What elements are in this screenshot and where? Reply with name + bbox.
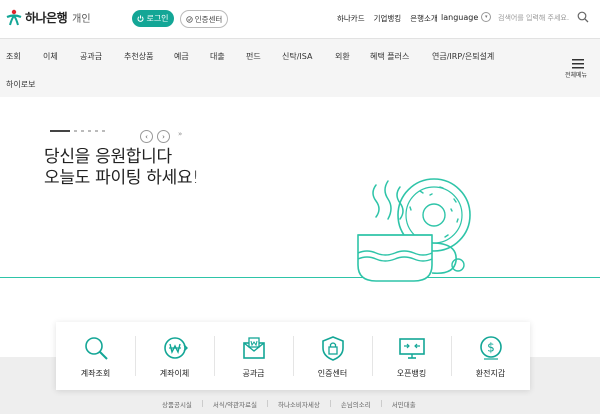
language-label: language [441,12,479,22]
next-slide-button[interactable]: › [157,130,170,143]
chevron-down-icon: ▾ [481,12,492,22]
hero-line-2: 오늘도 파이팅 하세요! [44,168,199,188]
bill-envelope-icon [242,337,265,359]
pager-active[interactable] [50,130,70,132]
hero-horizon-line [0,277,600,278]
power-icon [137,15,144,22]
hero-headline: 당신을 응원합니다 오늘도 파이팅 하세요! [44,147,199,189]
login-button[interactable]: 로그인 [132,10,174,27]
footer-links: 상품공시실 서식/약관자료실 하나소비자세상 손님의소리 서민대출 [162,399,416,409]
quick-open-banking[interactable]: 오픈뱅킹 [372,322,451,390]
nav-item-transfer[interactable]: 이체 [43,51,58,62]
quick-cert-center[interactable]: 인증센터 [293,322,372,390]
hamburger-icon [572,59,584,69]
header: 하나은행 개인 로그인 인증센터 하나카드 기업뱅킹 은행소개 language… [0,0,600,38]
magnifier-icon [84,337,108,360]
footer-link[interactable]: 상품공시실 [162,399,192,409]
open-banking-icon [398,338,425,359]
prev-slide-button[interactable]: ‹ [140,130,153,143]
quick-label: 인증센터 [317,369,348,378]
nav-item-pension[interactable]: 연금/IRP/은퇴설계 [432,51,494,62]
footer-link[interactable]: 손님의소리 [341,399,371,409]
nav-item-hairobo[interactable]: 하이로보 [6,79,35,90]
pager-dot[interactable] [81,130,84,132]
divider [266,400,268,407]
bank-logo[interactable]: 하나은행 개인 [6,8,91,26]
won-transfer-icon [163,337,188,359]
pager-dot[interactable] [102,130,105,132]
top-links: 하나카드 기업뱅킹 은행소개 [337,13,447,24]
coffee-donut-illustration [357,178,471,282]
divider [380,400,382,407]
nav-item-forex[interactable]: 외환 [335,51,350,62]
language-select[interactable]: language ▾ [441,12,492,22]
pager-dot[interactable] [74,130,77,132]
dollar-coin-icon: $ [479,336,502,360]
slide-pager[interactable] [50,130,109,132]
nav-item-trust-isa[interactable]: 신탁/ISA [282,51,312,62]
nav-item-benefit-plus[interactable]: 혜택 플러스 [370,51,409,62]
quick-label: 오픈뱅킹 [396,369,427,378]
search-icon[interactable] [577,11,589,23]
quick-label: 계좌이체 [159,369,190,378]
nav-item-utility[interactable]: 공과금 [80,51,102,62]
link-corporate-banking[interactable]: 기업뱅킹 [374,13,402,24]
play-icon[interactable]: » [178,130,182,138]
login-label: 로그인 [146,14,169,23]
link-bank-intro[interactable]: 은행소개 [410,13,438,24]
quick-account-inquiry[interactable]: 계좌조회 [56,322,135,390]
divider [329,400,331,407]
pager-dot[interactable] [88,130,91,132]
search-input[interactable]: 검색어를 입력해 주세요. [498,13,569,23]
nav-item-inquiry[interactable]: 조회 [6,51,21,62]
all-menu-button[interactable]: 전체메뉴 [565,59,590,79]
brand-sub: 개인 [72,13,91,25]
cert-center-button[interactable]: 인증센터 [180,10,228,28]
hero-line-1: 당신을 응원합니다 [44,147,172,167]
chevron-right-icon: › [162,132,165,141]
nav-item-loan[interactable]: 대출 [210,51,225,62]
quick-fx-wallet[interactable]: $ 환전지갑 [451,322,530,390]
nav-item-recommended[interactable]: 추천상품 [124,51,153,62]
quick-utility-bill[interactable]: 공과금 [214,322,293,390]
cert-label: 인증센터 [194,14,223,24]
pager-dot[interactable] [95,130,98,132]
footer-link[interactable]: 하나소비자세상 [278,399,320,409]
brand-name: 하나은행 [25,10,68,25]
all-menu-label: 전체메뉴 [564,72,588,79]
cert-icon [185,15,193,23]
link-hana-card[interactable]: 하나카드 [337,13,365,24]
chevron-left-icon: ‹ [145,132,148,141]
main-nav: 조회 이체 공과금 추천상품 예금 대출 펀드 신탁/ISA 외환 혜택 플러스… [0,38,600,97]
nav-item-deposit[interactable]: 예금 [174,51,189,62]
quick-menu: 계좌조회 계좌이체 공과금 인증센터 오픈뱅킹 $ 환전지갑 [56,322,530,390]
quick-label: 계좌조회 [80,369,111,378]
quick-label: 공과금 [242,369,265,378]
svg-text:$: $ [487,341,495,355]
hana-logo-icon [6,9,22,26]
quick-account-transfer[interactable]: 계좌이체 [135,322,214,390]
footer-link[interactable]: 서민대출 [392,399,416,409]
lock-shield-icon [321,336,344,361]
divider [201,400,203,407]
quick-label: 환전지갑 [475,369,506,378]
nav-item-fund[interactable]: 펀드 [246,51,261,62]
footer-link[interactable]: 서식/약관자료실 [213,399,257,409]
